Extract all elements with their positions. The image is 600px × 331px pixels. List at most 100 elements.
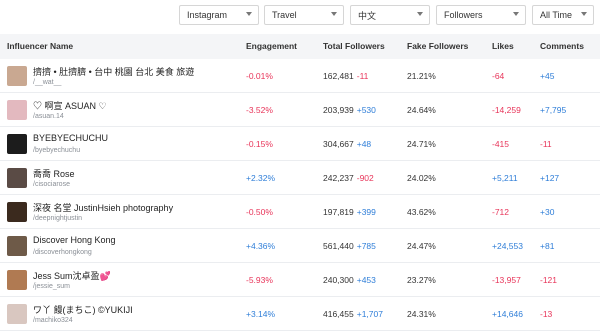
influencer-name[interactable]: 深夜 名堂 JustinHsieh photography <box>33 201 173 214</box>
comments-value: +127 <box>540 173 560 183</box>
avatar[interactable] <box>7 66 27 86</box>
influencer-handle: /machiko324 <box>33 317 73 324</box>
likes-value: -14,259 <box>492 105 521 115</box>
influencer-name[interactable]: 擠擠 • 肚擠臍 • 台中 桃園 台北 美食 旅遊 <box>33 65 194 78</box>
table-row[interactable]: ♡ 啊宣 ASUAN ♡/asuan.14 -3.52% 203,939 +530 24… <box>0 93 600 127</box>
avatar[interactable] <box>7 168 27 188</box>
fake-followers-value: 24.31% <box>407 309 436 319</box>
table-row[interactable]: 深夜 名堂 JustinHsieh photography/deepnightj… <box>0 195 600 229</box>
platform-select-value: Instagram <box>187 10 228 20</box>
followers-delta: +785 <box>356 241 376 251</box>
table-header: Influencer Name Engagement Total Followe… <box>0 34 600 60</box>
fake-followers-value: 24.71% <box>407 139 436 149</box>
period-select-value: All Time <box>540 10 573 20</box>
fake-followers-value: 21.21% <box>407 71 436 81</box>
followers-cell: 304,667 +48 <box>323 139 371 149</box>
metric-select[interactable]: Followers <box>436 5 526 25</box>
fake-followers-value: 43.62% <box>407 207 436 217</box>
avatar[interactable] <box>7 304 27 324</box>
influencer-name[interactable]: ♡ 啊宣 ASUAN ♡ <box>33 99 107 112</box>
comments-value: +45 <box>540 71 555 81</box>
fake-followers-value: 24.47% <box>407 241 436 251</box>
influencer-name[interactable]: Discover Hong Kong <box>33 235 116 245</box>
likes-value: -13,957 <box>492 275 521 285</box>
influencer-handle: /byebyechuchu <box>33 147 81 154</box>
table-row[interactable]: Discover Hong Kong/discoverhongkong +4.36… <box>0 229 600 263</box>
engagement-value: +3.14% <box>246 309 276 319</box>
table-row[interactable]: ワ丫 饅(まちこ) ©YUKIJI/machiko324 +3.14% 416,45… <box>0 297 600 331</box>
fake-followers-value: 24.64% <box>407 105 436 115</box>
fake-followers-value: 23.27% <box>407 275 436 285</box>
influencer-handle: /deepnightjustin <box>33 215 83 222</box>
followers-value: 162,481 <box>323 71 354 81</box>
influencer-handle: /cisociarose <box>33 181 70 188</box>
influencer-handle: /jessie_sum <box>33 283 70 290</box>
filter-bar: Instagram Travel 中文 Followers All Time <box>0 5 600 27</box>
followers-cell: 162,481 -11 <box>323 71 368 81</box>
header-comments[interactable]: Comments <box>540 41 584 51</box>
followers-cell: 197,819 +399 <box>323 207 376 217</box>
engagement-value: -0.01% <box>246 71 273 81</box>
likes-value: +24,553 <box>492 241 523 251</box>
likes-value: -415 <box>492 139 510 149</box>
header-total-followers[interactable]: Total Followers <box>323 41 385 51</box>
language-select[interactable]: 中文 <box>350 5 430 25</box>
avatar[interactable] <box>7 202 27 222</box>
followers-delta: +453 <box>356 275 376 285</box>
followers-value: 242,237 <box>323 173 354 183</box>
table-row[interactable]: 喬喬 Rose/cisociarose +2.32% 242,237 -902 24.0… <box>0 161 600 195</box>
followers-value: 304,667 <box>323 139 354 149</box>
followers-delta: -902 <box>356 173 374 183</box>
table-row[interactable]: 擠擠 • 肚擠臍 • 台中 桃園 台北 美食 旅遊/__wat__ -0.01% 1… <box>0 59 600 93</box>
metric-select-value: Followers <box>444 10 483 20</box>
influencer-name[interactable]: BYEBYECHUCHU <box>33 133 108 143</box>
comments-value: +30 <box>540 207 555 217</box>
followers-value: 561,440 <box>323 241 354 251</box>
comments-value: -13 <box>540 309 553 319</box>
influencer-name[interactable]: 喬喬 Rose <box>33 167 75 180</box>
followers-value: 240,300 <box>323 275 354 285</box>
followers-delta: +530 <box>356 105 376 115</box>
followers-delta: +48 <box>356 139 372 149</box>
likes-value: +5,211 <box>492 173 518 183</box>
influencer-handle: /__wat__ <box>33 79 62 86</box>
influencer-table: Influencer Name Engagement Total Followe… <box>0 34 600 331</box>
avatar[interactable] <box>7 270 27 290</box>
avatar[interactable] <box>7 134 27 154</box>
influencer-name[interactable]: ワ丫 饅(まちこ) ©YUKIJI <box>33 303 133 316</box>
language-select-value: 中文 <box>358 10 377 21</box>
engagement-value: +4.36% <box>246 241 276 251</box>
fake-followers-value: 24.02% <box>407 173 436 183</box>
followers-cell: 240,300 +453 <box>323 275 376 285</box>
header-influencer-name[interactable]: Influencer Name <box>7 41 73 51</box>
followers-value: 197,819 <box>323 207 354 217</box>
followers-delta: +1,707 <box>356 309 383 319</box>
comments-value: +81 <box>540 241 555 251</box>
header-likes[interactable]: Likes <box>492 41 514 51</box>
engagement-value: +2.32% <box>246 173 276 183</box>
followers-delta: -11 <box>356 71 369 81</box>
chevron-down-icon <box>417 12 423 16</box>
avatar[interactable] <box>7 236 27 256</box>
header-engagement[interactable]: Engagement <box>246 41 297 51</box>
engagement-value: -3.52% <box>246 105 273 115</box>
likes-value: +14,646 <box>492 309 523 319</box>
avatar[interactable] <box>7 100 27 120</box>
platform-select[interactable]: Instagram <box>179 5 259 25</box>
category-select[interactable]: Travel <box>264 5 344 25</box>
followers-value: 203,939 <box>323 105 354 115</box>
followers-cell: 561,440 +785 <box>323 241 376 251</box>
comments-value: +7,795 <box>540 105 567 115</box>
followers-cell: 203,939 +530 <box>323 105 376 115</box>
engagement-value: -0.15% <box>246 139 273 149</box>
table-row[interactable]: BYEBYECHUCHU/byebyechuchu -0.15% 304,667 +4… <box>0 127 600 161</box>
chevron-down-icon <box>246 12 252 16</box>
influencer-name[interactable]: Jess Sum沈卓盈💕 <box>33 269 111 282</box>
followers-cell: 242,237 -902 <box>323 173 374 183</box>
period-select[interactable]: All Time <box>532 5 594 25</box>
influencer-handle: /discoverhongkong <box>33 249 92 256</box>
followers-delta: +399 <box>356 207 376 217</box>
table-row[interactable]: Jess Sum沈卓盈💕/jessie_sum -5.93% 240,300 +453… <box>0 263 600 297</box>
engagement-value: -5.93% <box>246 275 273 285</box>
header-fake-followers[interactable]: Fake Followers <box>407 41 468 51</box>
